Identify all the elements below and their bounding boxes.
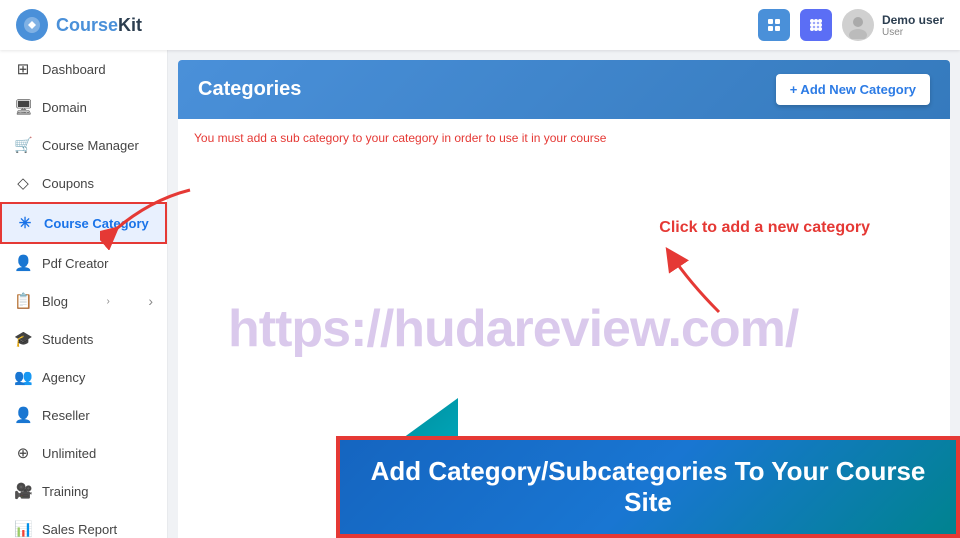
- sidebar-item-reseller[interactable]: 👤 Reseller: [0, 396, 167, 434]
- categories-bar: Categories + Add New Category: [178, 60, 950, 119]
- students-icon: 🎓: [14, 330, 32, 348]
- dashboard-icon: ⊞: [14, 60, 32, 78]
- subcategory-notice: You must add a sub category to your cate…: [194, 131, 934, 145]
- content-area: Categories + Add New Category You must a…: [168, 50, 960, 538]
- sidebar: ⊞ Dashboard 🖥 Domain 🛒 Course Manager ◇ Coupons…: [0, 50, 168, 538]
- bottom-banner-text: Add Category/Subcategories To Your Cours…: [360, 456, 936, 518]
- blog-arrow-icon: ›: [107, 296, 110, 307]
- course-category-icon: ✳: [16, 214, 34, 232]
- sidebar-item-coupons[interactable]: ◇ Coupons: [0, 164, 167, 202]
- bottom-banner: Add Category/Subcategories To Your Cours…: [336, 436, 960, 538]
- students-label: Students: [42, 332, 93, 347]
- agency-label: Agency: [42, 370, 85, 385]
- user-role: User: [882, 27, 944, 38]
- sidebar-item-sales-report[interactable]: 📊 Sales Report: [0, 510, 167, 538]
- grid-icon-btn[interactable]: [800, 9, 832, 41]
- sidebar-item-domain[interactable]: 🖥 Domain: [0, 88, 167, 126]
- domain-label: Domain: [42, 100, 87, 115]
- logo-kit: Kit: [118, 15, 142, 35]
- logo-icon: [16, 9, 48, 41]
- blog-icon: 📋: [14, 292, 32, 310]
- reseller-label: Reseller: [42, 408, 90, 423]
- reseller-icon: 👤: [14, 406, 32, 424]
- header-right: Demo user User: [758, 9, 944, 41]
- sidebar-item-students[interactable]: 🎓 Students: [0, 320, 167, 358]
- sales-report-icon: 📊: [14, 520, 32, 538]
- pdf-creator-label: Pdf Creator: [42, 256, 108, 271]
- avatar: [842, 9, 874, 41]
- agency-icon: 👥: [14, 368, 32, 386]
- user-info: Demo user User: [842, 9, 944, 41]
- annotation-text: Click to add a new category: [659, 219, 870, 237]
- logo-text: CourseKit: [56, 15, 142, 36]
- training-icon: 🎥: [14, 482, 32, 500]
- dashboard-label: Dashboard: [42, 62, 106, 77]
- course-manager-label: Course Manager: [42, 138, 139, 153]
- sidebar-item-blog[interactable]: 📋 Blog ›: [0, 282, 167, 320]
- notification-icon-btn[interactable]: [758, 9, 790, 41]
- sidebar-item-agency[interactable]: 👥 Agency: [0, 358, 167, 396]
- categories-title: Categories: [198, 78, 301, 101]
- coupons-icon: ◇: [14, 174, 32, 192]
- sidebar-item-unlimited[interactable]: ⊕ Unlimited: [0, 434, 167, 472]
- blog-label: Blog: [42, 294, 68, 309]
- user-details: Demo user User: [882, 13, 944, 38]
- coupons-label: Coupons: [42, 176, 94, 191]
- sidebar-item-pdf-creator[interactable]: 👤 Pdf Creator: [0, 244, 167, 282]
- course-manager-icon: 🛒: [14, 136, 32, 154]
- add-category-button[interactable]: + Add New Category: [776, 74, 930, 105]
- sidebar-item-course-manager[interactable]: 🛒 Course Manager: [0, 126, 167, 164]
- domain-icon: 🖥: [14, 98, 32, 116]
- training-label: Training: [42, 484, 88, 499]
- pdf-creator-icon: 👤: [14, 254, 32, 272]
- logo-area: CourseKit: [16, 9, 142, 41]
- watermark: https://hudareview.com/: [228, 299, 798, 359]
- arrow-annotation-svg: [659, 242, 739, 322]
- sidebar-item-course-category[interactable]: ✳ Course Category: [0, 202, 167, 244]
- logo-course: Course: [56, 15, 118, 35]
- unlimited-icon: ⊕: [14, 444, 32, 462]
- main-layout: ⊞ Dashboard 🖥 Domain 🛒 Course Manager ◇ Coupons…: [0, 50, 960, 538]
- sidebar-item-training[interactable]: 🎥 Training: [0, 472, 167, 510]
- unlimited-label: Unlimited: [42, 446, 96, 461]
- sales-report-label: Sales Report: [42, 522, 117, 537]
- sidebar-item-dashboard[interactable]: ⊞ Dashboard: [0, 50, 167, 88]
- annotation-area: Click to add a new category: [659, 219, 870, 327]
- user-name: Demo user: [882, 13, 944, 27]
- course-category-label: Course Category: [44, 216, 149, 231]
- header: CourseKit: [0, 0, 960, 50]
